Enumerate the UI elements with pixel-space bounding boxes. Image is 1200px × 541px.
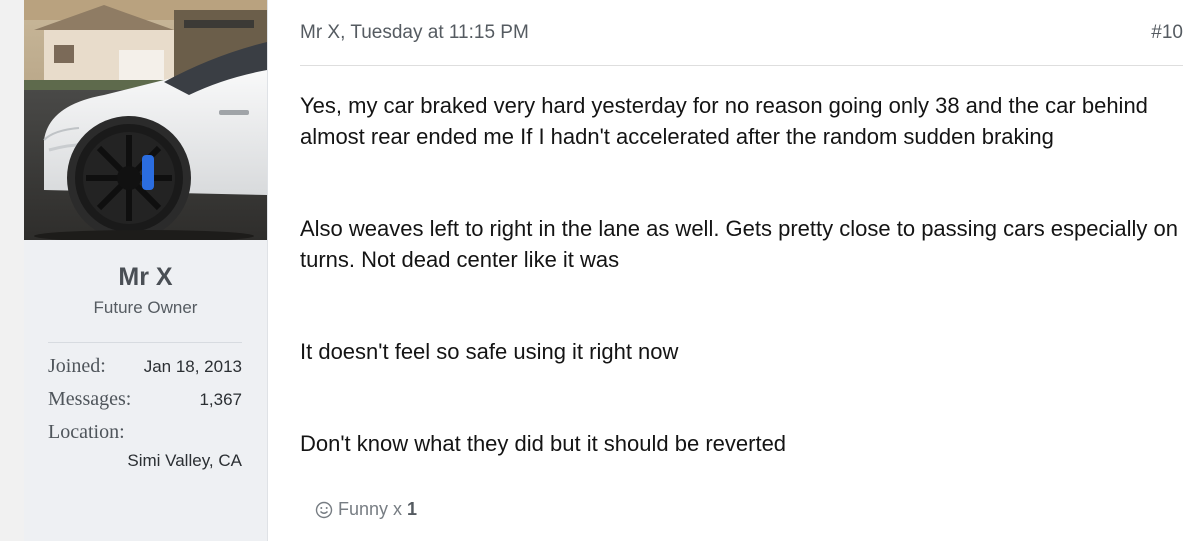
smile-icon	[315, 501, 333, 519]
reaction-label: Funny x	[338, 499, 403, 519]
messages-value[interactable]: 1,367	[199, 390, 242, 410]
messages-label: Messages:	[48, 388, 132, 410]
post-header[interactable]: Mr X, Tuesday at 11:15 PM	[300, 22, 529, 44]
user-panel: Mr X Future Owner Joined: Jan 18, 2013 M…	[24, 0, 268, 541]
post-number-link[interactable]: #10	[1151, 22, 1183, 44]
post-paragraph: Don't know what they did but it should b…	[300, 431, 787, 456]
location-label: Location:	[48, 421, 125, 443]
user-title: Future Owner	[93, 298, 198, 317]
joined-label: Joined:	[48, 355, 106, 377]
reaction-summary[interactable]: Funny x 1	[315, 499, 417, 520]
left-gutter	[0, 0, 24, 541]
username[interactable]: Mr X	[24, 263, 267, 292]
post-paragraph: It doesn't feel so safe using it right n…	[300, 339, 679, 364]
avatar-car-image	[24, 0, 267, 240]
post-paragraph: Also weaves left to right in the lane as…	[300, 216, 1178, 272]
joined-value: Jan 18, 2013	[143, 357, 242, 376]
header-divider	[300, 65, 1183, 66]
reaction-count: 1	[407, 499, 418, 519]
post-paragraph: Yes, my car braked very hard yesterday f…	[300, 93, 1148, 149]
user-avatar[interactable]	[24, 0, 267, 240]
stats-divider	[48, 342, 242, 343]
location-value[interactable]: Simi Valley, CA	[127, 451, 242, 471]
